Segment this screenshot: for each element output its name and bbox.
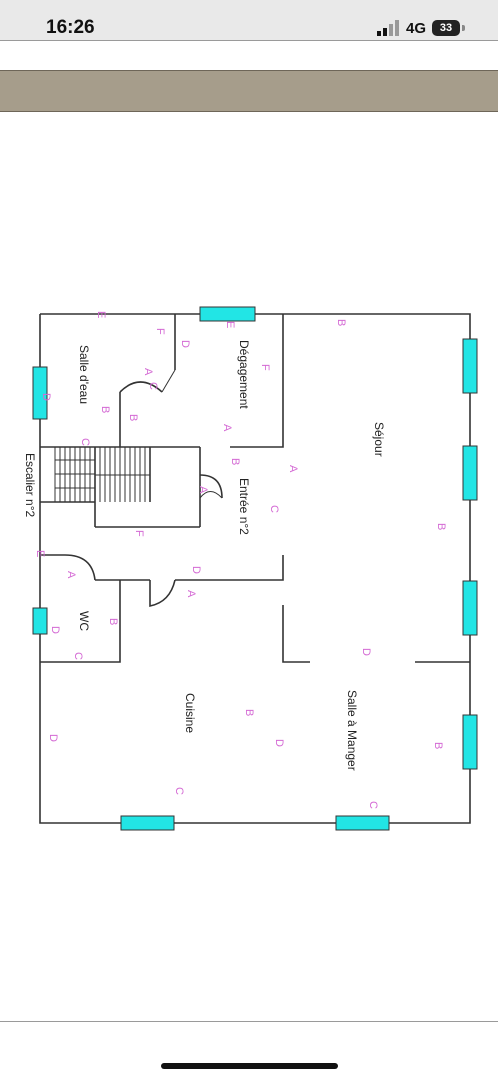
- status-time: 16:26: [46, 17, 95, 38]
- marker: E: [224, 321, 236, 328]
- marker: A: [142, 368, 154, 376]
- room-label-sejour: Séjour: [372, 422, 386, 457]
- marker: D: [273, 739, 285, 747]
- marker: F: [154, 328, 166, 335]
- marker: A: [221, 424, 233, 432]
- room-label-degagement: Dégagement: [237, 340, 251, 409]
- marker: C: [72, 652, 84, 660]
- room-label-entree: Entrée n°2: [237, 478, 251, 535]
- marker: D: [360, 648, 372, 656]
- marker: D: [190, 566, 202, 574]
- marker: C: [268, 505, 280, 513]
- marker: E: [34, 550, 46, 557]
- floor-plan: Salle d'eau Dégagement Séjour Escalier n…: [23, 306, 478, 831]
- marker: F: [259, 364, 271, 371]
- network-type: 4G: [406, 20, 427, 37]
- marker: D: [40, 393, 52, 401]
- battery-icon: 33: [432, 20, 460, 36]
- marker: D: [179, 340, 191, 348]
- marker: C: [79, 438, 91, 446]
- marker: C: [147, 382, 159, 390]
- room-label-salle-deau: Salle d'eau: [77, 345, 91, 404]
- marker: B: [127, 414, 139, 421]
- signal-strength-icon: [377, 20, 399, 36]
- room-labels: Salle d'eau Dégagement Séjour Escalier n…: [23, 340, 386, 771]
- marker: B: [435, 523, 447, 530]
- marker: A: [197, 486, 209, 494]
- windows: [32, 306, 478, 831]
- walls: [39, 313, 471, 824]
- marker: C: [173, 787, 185, 795]
- marker: A: [185, 590, 197, 598]
- marker: A: [287, 465, 299, 473]
- marker: B: [432, 742, 444, 749]
- marker: D: [49, 626, 61, 634]
- marker: B: [107, 618, 119, 625]
- bottom-divider: [0, 1021, 498, 1022]
- marker: A: [65, 571, 77, 579]
- room-label-salle-a-manger: Salle à Manger: [345, 690, 359, 771]
- home-indicator[interactable]: [161, 1063, 338, 1069]
- marker: B: [335, 319, 347, 326]
- marker: B: [99, 406, 111, 413]
- marker: D: [47, 734, 59, 742]
- room-label-wc: WC: [77, 611, 91, 631]
- marker: E: [95, 311, 107, 318]
- marker: F: [133, 530, 145, 537]
- document-header-band: [0, 70, 498, 112]
- room-label-escalier: Escalier n°2: [23, 453, 37, 517]
- marker: C: [367, 801, 379, 809]
- status-bar: 16:26 4G 33: [0, 0, 498, 41]
- room-label-cuisine: Cuisine: [183, 693, 197, 733]
- battery-tip: [462, 25, 465, 31]
- marker: B: [243, 709, 255, 716]
- marker: B: [229, 458, 241, 465]
- staircase: [54, 447, 150, 502]
